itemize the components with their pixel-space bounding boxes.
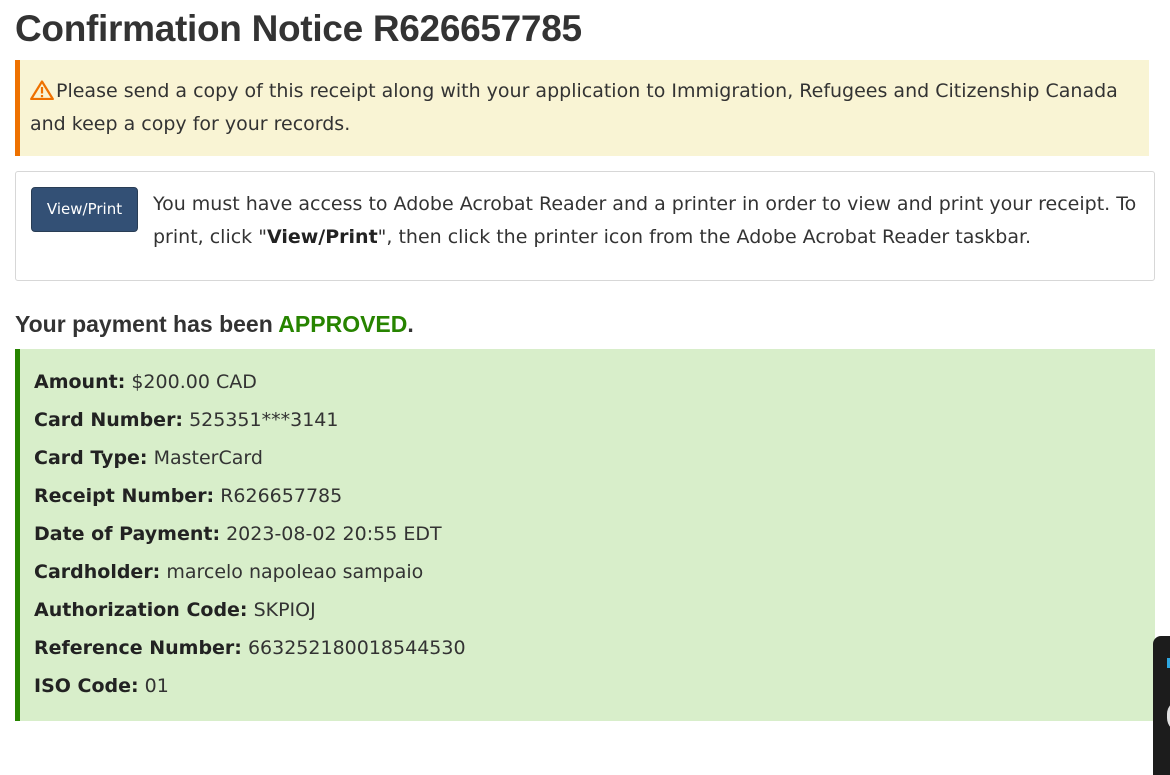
detail-value: 01: [144, 675, 169, 697]
floating-side-widget[interactable]: [1153, 636, 1170, 775]
detail-row-authorization-code: Authorization Code: SKPIOJ: [34, 591, 1155, 629]
detail-row-cardholder: Cardholder: marcelo napoleao sampaio: [34, 553, 1155, 591]
detail-value: 2023-08-02 20:55 EDT: [226, 523, 442, 545]
detail-row-date-of-payment: Date of Payment: 2023-08-02 20:55 EDT: [34, 515, 1155, 553]
detail-row-iso-code: ISO Code: 01: [34, 667, 1155, 705]
warning-alert: Please send a copy of this receipt along…: [15, 60, 1149, 156]
detail-label: Date of Payment:: [34, 523, 221, 545]
payment-details: Amount: $200.00 CAD Card Number: 525351*…: [15, 349, 1155, 721]
detail-value: 663252180018544530: [247, 637, 466, 659]
print-panel: View/Print You must have access to Adobe…: [15, 171, 1155, 281]
detail-label: Card Type:: [34, 447, 148, 469]
detail-label: Authorization Code:: [34, 599, 248, 621]
print-instructions-end: ", then click the printer icon from the …: [377, 226, 1032, 248]
page: Confirmation Notice R626657785 Please se…: [0, 0, 1170, 775]
detail-row-receipt-number: Receipt Number: R626657785: [34, 477, 1155, 515]
detail-label: Card Number:: [34, 409, 184, 431]
detail-value: 525351***3141: [189, 409, 339, 431]
detail-label: ISO Code:: [34, 675, 139, 697]
print-instructions-bold: View/Print: [266, 226, 378, 248]
payment-status-heading: Your payment has been APPROVED.: [15, 306, 414, 342]
detail-value: SKPIOJ: [253, 599, 316, 621]
detail-label: Cardholder:: [34, 561, 161, 583]
print-instructions: You must have access to Adobe Acrobat Re…: [153, 188, 1143, 254]
warning-text: Please send a copy of this receipt along…: [30, 80, 1118, 135]
warning-triangle-icon: [30, 78, 54, 101]
page-title: Confirmation Notice R626657785: [15, 8, 582, 49]
detail-label: Receipt Number:: [34, 485, 215, 507]
detail-value: R626657785: [220, 485, 343, 507]
detail-row-reference-number: Reference Number: 663252180018544530: [34, 629, 1155, 667]
payment-status-prefix: Your payment has been: [15, 311, 279, 337]
detail-row-card-type: Card Type: MasterCard: [34, 439, 1155, 477]
detail-label: Reference Number:: [34, 637, 242, 659]
detail-value: MasterCard: [153, 447, 263, 469]
detail-label: Amount:: [34, 371, 126, 393]
payment-status-suffix: .: [407, 311, 414, 337]
view-print-button[interactable]: View/Print: [31, 187, 138, 232]
detail-row-amount: Amount: $200.00 CAD: [34, 363, 1155, 401]
detail-value: $200.00 CAD: [131, 371, 257, 393]
detail-value: marcelo napoleao sampaio: [166, 561, 424, 583]
payment-status-value: APPROVED: [278, 311, 408, 337]
detail-row-card-number: Card Number: 525351***3141: [34, 401, 1155, 439]
